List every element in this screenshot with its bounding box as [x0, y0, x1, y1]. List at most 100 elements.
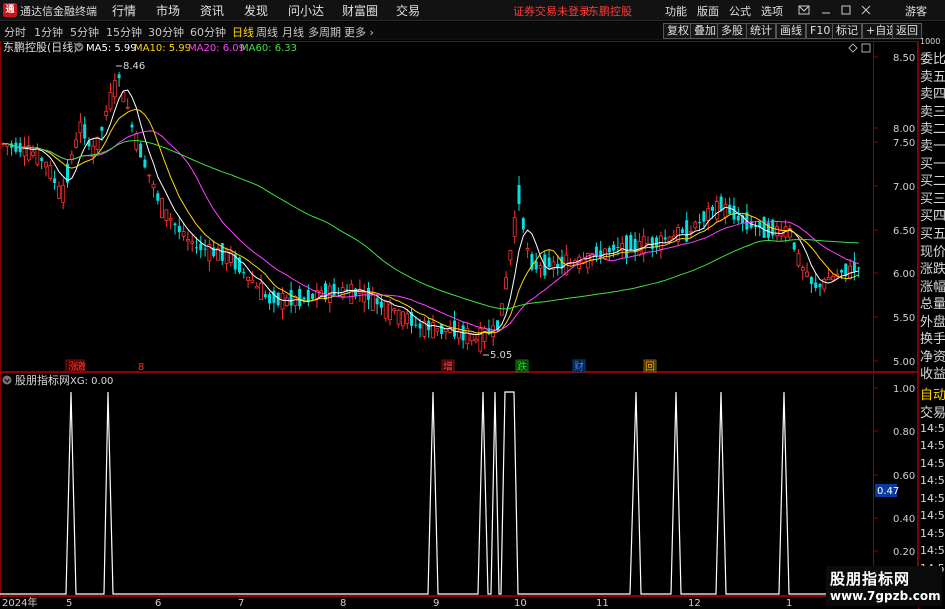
- candle-body: [181, 231, 186, 237]
- ma10-line: [2, 108, 859, 334]
- adjust-button[interactable]: 复权: [663, 23, 693, 39]
- candle-body: [284, 297, 289, 307]
- candle-body: [100, 127, 104, 131]
- period-tab[interactable]: 15分钟: [106, 24, 142, 40]
- period-tab[interactable]: 5分钟: [70, 24, 99, 40]
- auto-trade-toggle[interactable]: 自动: [920, 384, 945, 403]
- tick-time: 14:56: [920, 492, 945, 505]
- candle-body: [796, 253, 801, 267]
- candle-body: [818, 284, 822, 287]
- candle-body: [112, 80, 117, 98]
- event-marker[interactable]: 涨激: [65, 359, 86, 373]
- candle-body: [517, 185, 521, 204]
- candle-body: [379, 301, 383, 308]
- trade-button[interactable]: 交易: [920, 402, 945, 421]
- f10-button[interactable]: F10: [806, 23, 835, 39]
- candle-body: [263, 294, 267, 298]
- candle-body: [53, 178, 57, 184]
- candle-body: [268, 294, 272, 304]
- candle-body: [706, 208, 711, 221]
- svg-text:激: 激: [76, 360, 86, 373]
- price-tick: 6.50: [893, 226, 915, 237]
- menu-options[interactable]: 选项: [761, 3, 783, 19]
- candle-body: [857, 267, 861, 269]
- event-marker[interactable]: 增: [441, 359, 455, 373]
- candle-body: [134, 133, 139, 150]
- chart-area[interactable]: 东鹏控股(日线) MA5: 5.99 MA10: 5.99 MA20: 6.09…: [0, 41, 945, 609]
- candle-body: [35, 147, 40, 165]
- period-tab-active[interactable]: 日线: [232, 24, 254, 40]
- ma-indicator-icon[interactable]: [74, 42, 84, 52]
- tick-time: 14:56: [920, 457, 945, 470]
- menu-news[interactable]: 资讯: [200, 2, 224, 19]
- watermark: 股朋指标网 www.7gpzb.com: [826, 566, 942, 606]
- app-logo: 通: [3, 3, 17, 17]
- ma20-line: [2, 130, 859, 331]
- period-tab[interactable]: 分时: [4, 24, 26, 40]
- candle-body: [800, 267, 805, 271]
- candle-body: [190, 241, 195, 244]
- menu-function[interactable]: 功能: [665, 3, 687, 19]
- menu-trade[interactable]: 交易: [396, 2, 420, 19]
- period-tab[interactable]: 30分钟: [148, 24, 184, 40]
- price-tick: 8.50: [893, 53, 915, 64]
- candle-body: [61, 184, 66, 203]
- menu-quotes[interactable]: 行情: [112, 2, 136, 19]
- back-button[interactable]: 返回: [892, 23, 922, 39]
- candle-body: [83, 124, 87, 139]
- mark-button[interactable]: 标记: [832, 23, 862, 39]
- draw-button[interactable]: 画线: [776, 23, 806, 39]
- event-marker[interactable]: 跌: [515, 359, 529, 373]
- menu-ask[interactable]: 问小达: [288, 2, 324, 19]
- candle-body: [78, 121, 83, 134]
- candle-body: [809, 276, 813, 284]
- period-tab[interactable]: 多周期: [308, 24, 341, 40]
- indicator-settings-icon[interactable]: [2, 375, 12, 385]
- chart-settings-icon[interactable]: [848, 43, 858, 53]
- candle-body: [332, 283, 336, 296]
- x-axis-label: 7: [238, 598, 244, 609]
- menu-market[interactable]: 市场: [156, 2, 180, 19]
- chart-close-icon[interactable]: [861, 43, 871, 53]
- high-price-label: 8.46: [123, 61, 145, 72]
- candlestick-series[interactable]: [1, 72, 861, 354]
- period-tab[interactable]: 60分钟: [190, 24, 226, 40]
- message-icon[interactable]: [798, 4, 810, 16]
- menu-layout[interactable]: 版面: [697, 3, 719, 19]
- candle-body: [177, 225, 181, 233]
- guest-label[interactable]: 游客: [905, 3, 927, 19]
- menu-discover[interactable]: 发现: [244, 2, 268, 19]
- period-tab[interactable]: 月线: [282, 24, 304, 40]
- period-tab[interactable]: 更多 ›: [344, 24, 374, 40]
- tick-time: 14:56: [920, 474, 945, 487]
- ma5-label: MA5: 5.99: [86, 43, 137, 54]
- close-icon[interactable]: [860, 4, 872, 16]
- event-marker[interactable]: 回: [643, 359, 657, 373]
- candle-body: [714, 201, 719, 220]
- minimize-icon[interactable]: [820, 4, 832, 16]
- candle-body: [525, 248, 530, 251]
- menu-formula[interactable]: 公式: [729, 3, 751, 19]
- event-marker[interactable]: 财: [572, 359, 586, 373]
- maximize-icon[interactable]: [840, 4, 852, 16]
- candle-body: [396, 309, 401, 325]
- menu-wealth[interactable]: 财富圈: [342, 2, 378, 19]
- x-axis-label: 12: [688, 598, 701, 609]
- login-status[interactable]: 证券交易未登录: [513, 3, 590, 19]
- candle-body: [534, 261, 538, 270]
- period-tab[interactable]: 周线: [256, 24, 278, 40]
- candle-body: [57, 185, 61, 199]
- stock-link[interactable]: 东鹏控股: [588, 3, 632, 19]
- stats-button[interactable]: 统计: [746, 23, 776, 39]
- x-axis-label: 5: [66, 598, 72, 609]
- period-tab[interactable]: 1分钟: [34, 24, 63, 40]
- quote-field: 委比: [920, 52, 945, 67]
- candle-body: [272, 290, 276, 303]
- candle-body: [435, 328, 440, 332]
- candle-body: [689, 230, 693, 233]
- multi-stock-button[interactable]: 多股: [717, 23, 747, 39]
- candle-body: [117, 74, 121, 79]
- event-marker[interactable]: 8: [138, 362, 144, 373]
- overlay-button[interactable]: 叠加: [690, 23, 720, 39]
- tick-time: 14:56: [920, 527, 945, 540]
